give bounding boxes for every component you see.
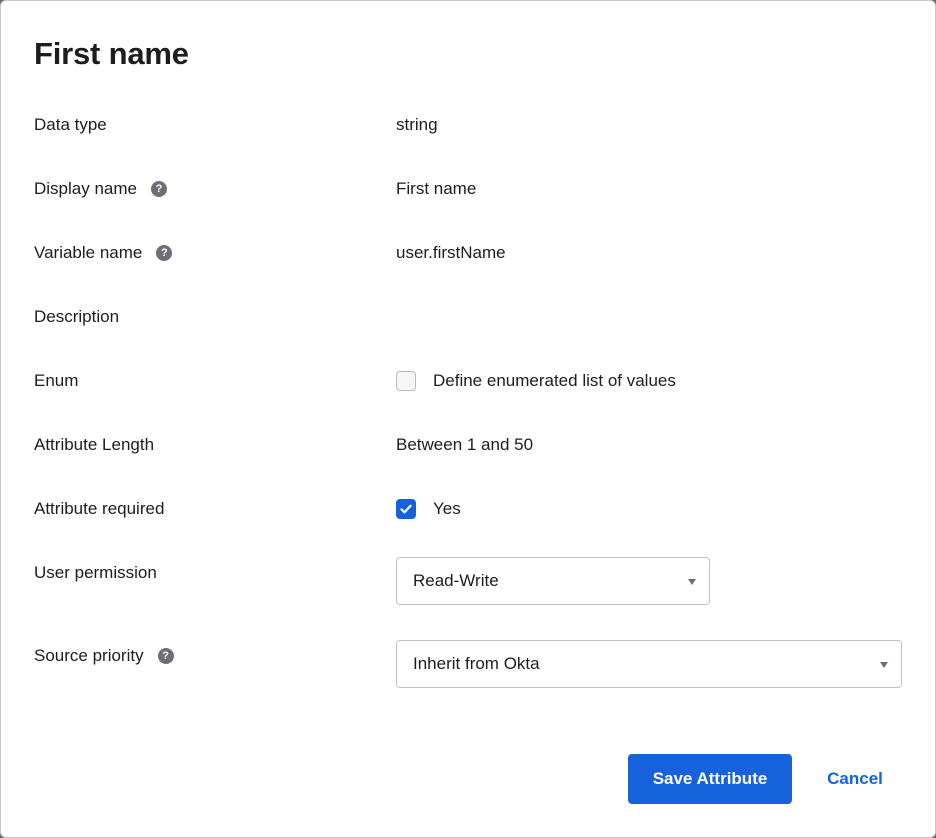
enum-checkbox[interactable] <box>396 371 416 391</box>
description-label-text: Description <box>34 307 120 326</box>
caret-down-icon <box>688 579 696 585</box>
enum-label-text: Enum <box>34 371 79 390</box>
enum-checkbox-group[interactable]: Define enumerated list of values <box>396 361 676 401</box>
question-circle-icon[interactable]: ? <box>156 245 173 261</box>
save-attribute-button[interactable]: Save Attribute <box>628 754 792 804</box>
user-permission-label: User permission <box>34 553 157 593</box>
display-name-label: Display name ? <box>34 169 167 209</box>
user-permission-select[interactable]: Read-Write <box>396 557 710 605</box>
display-name-row: Display name ? First name <box>1 169 935 209</box>
data-type-label: Data type <box>34 105 107 145</box>
question-circle-icon[interactable]: ? <box>151 181 167 197</box>
variable-name-row: Variable name ? user.firstName <box>1 233 935 273</box>
enum-label: Enum <box>34 361 78 401</box>
display-name-label-text: Display name <box>34 179 137 198</box>
attribute-required-label: Attribute required <box>34 489 164 529</box>
question-circle-icon[interactable]: ? <box>157 648 174 664</box>
attribute-dialog: First name Data type string Display name… <box>0 0 936 838</box>
data-type-value: string <box>396 115 438 134</box>
display-name-value: First name <box>396 179 477 198</box>
data-type-row: Data type string <box>1 105 935 145</box>
enum-checkbox-label[interactable]: Define enumerated list of values <box>433 371 676 391</box>
attribute-required-checkbox[interactable] <box>396 499 416 519</box>
attribute-length-value: Between 1 and 50 <box>396 435 534 454</box>
source-priority-label-text: Source priority <box>34 646 144 665</box>
caret-down-icon <box>880 662 888 668</box>
source-priority-label: Source priority ? <box>34 636 174 676</box>
source-priority-selected: Inherit from Okta <box>413 654 540 673</box>
description-row: Description <box>1 297 935 337</box>
attribute-length-row: Attribute Length Between 1 and 50 <box>1 425 935 465</box>
attribute-required-checkbox-group[interactable]: Yes <box>396 489 461 529</box>
attribute-length-label: Attribute Length <box>34 425 154 465</box>
description-label: Description <box>34 297 119 337</box>
cancel-button[interactable]: Cancel <box>809 754 901 804</box>
enum-row: Enum Define enumerated list of values <box>1 361 935 401</box>
attribute-required-row: Attribute required Yes <box>1 489 935 529</box>
user-permission-label-text: User permission <box>34 563 157 582</box>
variable-name-value: user.firstName <box>396 243 506 262</box>
attribute-required-label-text: Attribute required <box>34 499 165 518</box>
source-priority-select[interactable]: Inherit from Okta <box>396 640 902 688</box>
dialog-title: First name <box>34 36 189 71</box>
variable-name-label-text: Variable name <box>34 243 143 262</box>
data-type-label-text: Data type <box>34 115 107 134</box>
variable-name-label: Variable name ? <box>34 233 173 273</box>
checkmark-icon <box>400 504 412 514</box>
attribute-length-label-text: Attribute Length <box>34 435 155 454</box>
user-permission-selected: Read-Write <box>413 571 499 590</box>
attribute-required-checkbox-label[interactable]: Yes <box>433 499 461 519</box>
